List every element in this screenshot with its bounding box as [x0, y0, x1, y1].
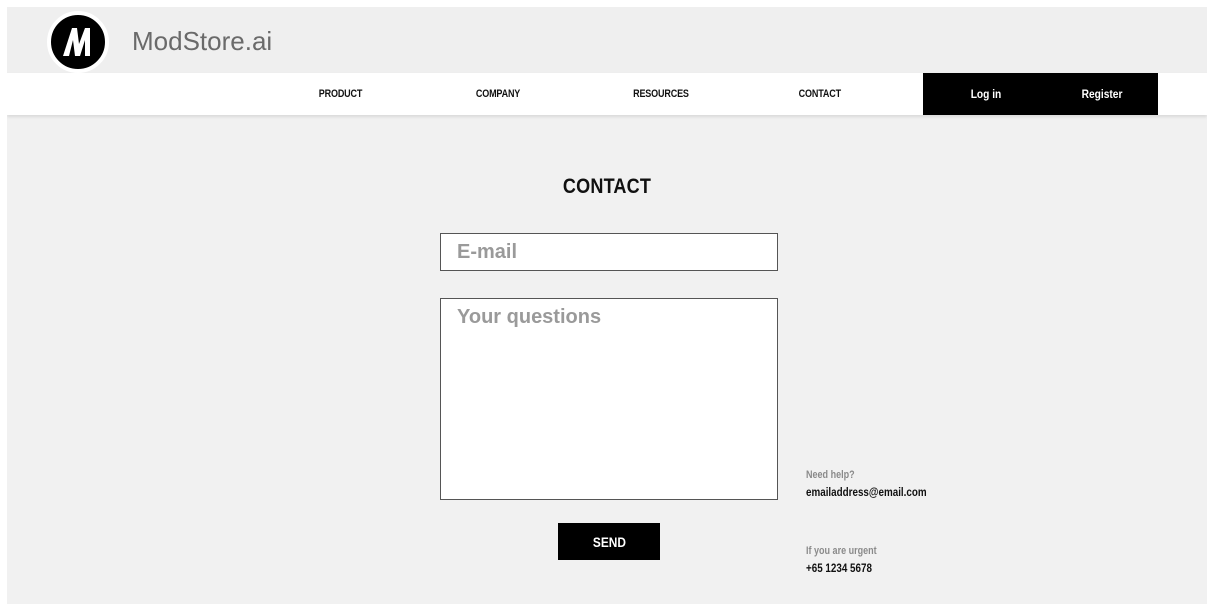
- register-button[interactable]: Register: [1082, 73, 1123, 115]
- nav-resources[interactable]: RESOURCES: [633, 73, 689, 115]
- send-button[interactable]: SEND: [558, 523, 660, 560]
- urgent-label: If you are urgent: [806, 545, 877, 557]
- send-button-label: SEND: [592, 533, 626, 550]
- login-button[interactable]: Log in: [971, 73, 1002, 115]
- urgent-phone[interactable]: +65 1234 5678: [806, 561, 872, 575]
- main-nav: PRODUCT COMPANY RESOURCES CONTACT Log in…: [7, 73, 1207, 115]
- nav-company[interactable]: COMPANY: [476, 73, 520, 115]
- email-input[interactable]: [440, 233, 778, 271]
- help-email[interactable]: emailaddress@email.com: [806, 485, 927, 499]
- auth-bar: Log in Register: [923, 73, 1158, 115]
- modstore-m-logo-icon[interactable]: [47, 11, 109, 73]
- brand-name[interactable]: ModStore.ai: [132, 26, 272, 57]
- logo-m-glyph: [63, 28, 90, 56]
- questions-textarea[interactable]: [440, 298, 778, 500]
- help-label: Need help?: [806, 469, 855, 481]
- nav-contact[interactable]: CONTACT: [799, 73, 841, 115]
- nav-product[interactable]: PRODUCT: [319, 73, 363, 115]
- page-title: CONTACT: [562, 175, 652, 198]
- top-bar: ModStore.ai: [7, 7, 1207, 73]
- page-frame: ModStore.ai PRODUCT COMPANY RESOURCES CO…: [7, 7, 1207, 604]
